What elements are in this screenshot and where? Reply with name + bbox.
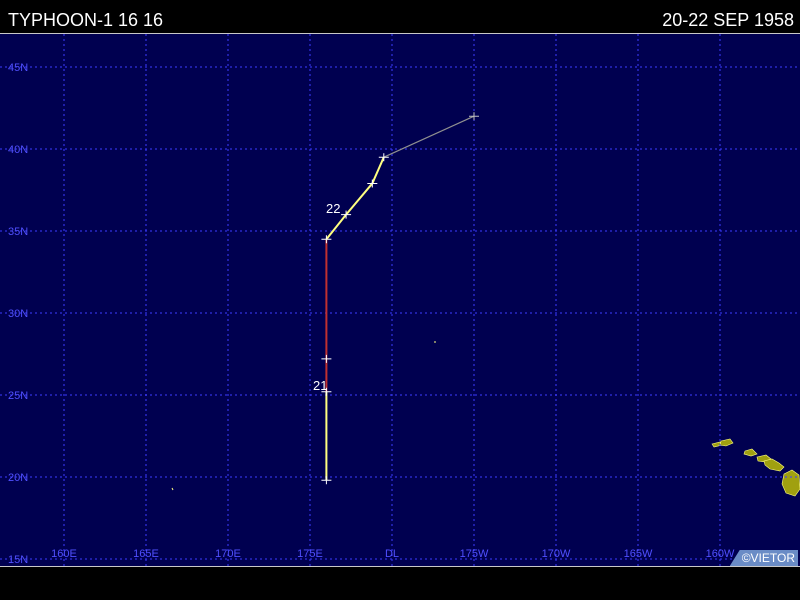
track-segment (371, 156, 385, 184)
lat-label-30n: 30N (8, 308, 28, 320)
track-segment (383, 115, 475, 158)
lat-label-20n: 20N (8, 472, 28, 484)
track-map: 45N 40N 35N 30N 25N 20N 15N 160E 165E 17… (0, 33, 800, 567)
lat-label-40n: 40N (8, 144, 28, 156)
lat-label-25n: 25N (8, 390, 28, 402)
lon-label-165w: 165W (624, 548, 653, 560)
lon-label-170e: 170E (215, 548, 241, 560)
day-label-21: 21 (313, 378, 327, 393)
lat-label-15n: 15N (8, 554, 28, 566)
track-segment (325, 213, 347, 240)
coordinate-grid (0, 34, 800, 566)
lon-label-175w: 175W (460, 548, 489, 560)
lon-label-175e: 175E (297, 548, 323, 560)
day-label-22: 22 (326, 201, 340, 216)
lon-label-170w: 170W (542, 548, 571, 560)
lon-label-160e: 160E (51, 548, 77, 560)
track-segment (345, 182, 374, 216)
storm-track (321, 112, 479, 485)
track-position-marker (469, 112, 479, 121)
date-range: 20-22 SEP 1958 (662, 10, 794, 30)
lat-label-45n: 45N (8, 62, 28, 74)
lat-label-35n: 35N (8, 226, 28, 238)
track-position-marker (378, 153, 389, 162)
track-position-marker (321, 354, 332, 363)
storm-name: TYPHOON-1 16 16 (8, 10, 164, 30)
lon-label-165e: 165E (133, 548, 159, 560)
lon-label-dl: DL (385, 548, 399, 560)
lon-label-160w: 160W (706, 548, 735, 560)
hawaii-islands (171, 341, 800, 497)
credit-badge: ©VIETOR (729, 550, 798, 566)
track-position-marker (321, 476, 332, 485)
